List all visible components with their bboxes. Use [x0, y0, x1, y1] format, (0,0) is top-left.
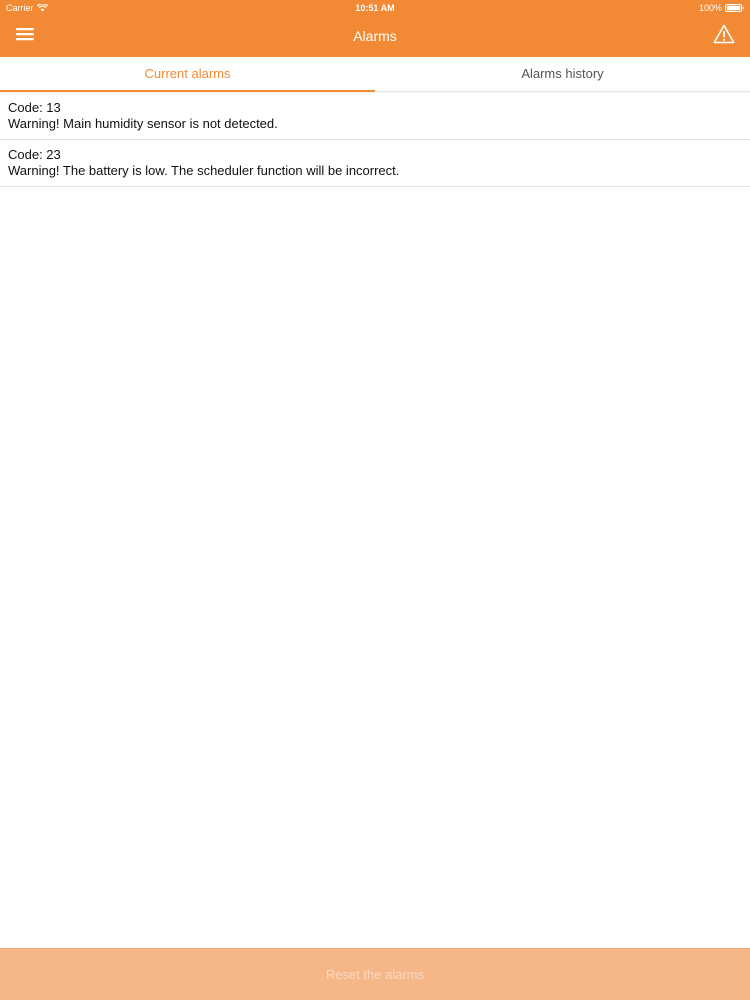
top-bar: Carrier 10:51 AM 100% Alarms [0, 0, 750, 57]
status-bar: Carrier 10:51 AM 100% [0, 0, 750, 16]
list-item[interactable]: Code: 13 Warning! Main humidity sensor i… [0, 93, 750, 140]
battery-icon [725, 4, 744, 12]
alarm-code: Code: 13 [8, 100, 61, 115]
warning-triangle-icon [713, 24, 735, 49]
alarm-message: Warning! The battery is low. The schedul… [8, 163, 400, 178]
alarm-list: Code: 13 Warning! Main humidity sensor i… [0, 93, 750, 187]
reset-alarms-button[interactable]: Reset the alarms [0, 948, 750, 1000]
list-item[interactable]: Code: 23 Warning! The battery is low. Th… [0, 140, 750, 187]
active-tab-indicator [0, 90, 375, 92]
page-title: Alarms [353, 28, 397, 44]
tab-alarms-history[interactable]: Alarms history [375, 57, 750, 92]
status-time: 10:51 AM [355, 3, 395, 13]
alarm-button[interactable] [712, 24, 736, 48]
tab-bar: Current alarms Alarms history [0, 57, 750, 92]
alarm-code: Code: 23 [8, 147, 61, 162]
app-screen: Carrier 10:51 AM 100% Alarms Current ala… [0, 0, 750, 1000]
alarm-message: Warning! Main humidity sensor is not det… [8, 116, 278, 131]
tab-current-alarms[interactable]: Current alarms [0, 57, 375, 92]
battery-percent: 100% [698, 3, 722, 13]
status-right: 100% [699, 0, 744, 16]
navigation-bar: Alarms [0, 16, 750, 57]
